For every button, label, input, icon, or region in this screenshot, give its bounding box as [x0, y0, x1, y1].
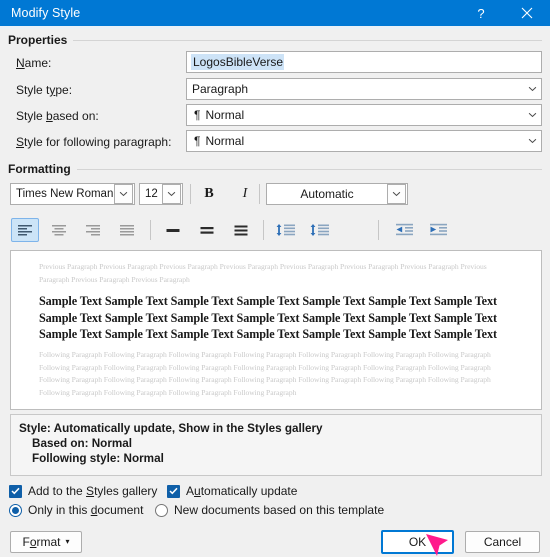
chevron-down-icon[interactable] [524, 105, 541, 125]
pilcrow-icon: ¶ [194, 108, 201, 122]
style-following-paragraph-dropdown[interactable]: ¶ Normal [186, 130, 542, 152]
name-label: Name: [16, 56, 52, 70]
chevron-down-icon[interactable] [114, 184, 133, 204]
radio-unselected-icon [155, 503, 168, 517]
formatting-group-line [70, 169, 542, 170]
style-type-dropdown[interactable]: Paragraph [186, 78, 542, 100]
chevron-down-icon[interactable] [162, 184, 181, 204]
align-center-button[interactable] [45, 218, 73, 242]
new-documents-based-on-template-label: New documents based on this template [174, 503, 385, 517]
window-title: Modify Style [11, 6, 81, 20]
automatically-update-checkbox[interactable]: Automatically update [167, 484, 297, 498]
style-based-on-dropdown[interactable]: ¶ Normal [186, 104, 542, 126]
bold-label: B [204, 186, 214, 201]
font-size-dropdown[interactable]: 12 [139, 183, 183, 205]
chevron-down-icon[interactable] [524, 79, 541, 99]
cancel-label: Cancel [483, 535, 522, 549]
align-justify-button[interactable] [113, 218, 141, 242]
add-to-styles-gallery-checkbox[interactable]: Add to the Styles gallery [9, 484, 157, 498]
style-type-value: Paragraph [192, 82, 249, 96]
decrease-indent-icon [395, 223, 413, 236]
chevron-down-icon[interactable] [387, 184, 406, 204]
align-right-icon [86, 224, 100, 235]
indent-divider [378, 220, 379, 240]
properties-group-label: Properties [8, 33, 74, 47]
font-size-value: 12 [145, 188, 158, 200]
line-spacing-single-button[interactable] [159, 218, 187, 242]
align-justify-icon [120, 224, 134, 235]
help-icon: ? [477, 5, 485, 21]
caret-down-icon: ▾ [65, 537, 70, 546]
font-name-dropdown[interactable]: Times New Roman [10, 183, 135, 205]
line-spacing-1-5-icon [200, 226, 214, 234]
style-description: Style: Automatically update, Show in the… [10, 414, 542, 476]
style-based-on-value: Normal [205, 108, 245, 122]
decrease-paragraph-spacing-button[interactable] [272, 218, 300, 242]
italic-button[interactable]: I [232, 182, 258, 206]
increase-indent-icon [429, 223, 447, 236]
format-label: Format [22, 535, 61, 549]
name-input[interactable]: LogosBibleVerse [186, 51, 542, 73]
help-button[interactable]: ? [458, 0, 504, 26]
checkmark-icon [167, 484, 180, 498]
style-based-on-label: Style based on: [16, 109, 99, 123]
font-color-value: Automatic [300, 187, 354, 201]
align-right-button[interactable] [79, 218, 107, 242]
modify-style-dialog: Modify Style ? Properties Name: LogosBib… [0, 0, 550, 557]
checkmark-icon [9, 484, 22, 498]
line-spacing-single-icon [166, 228, 180, 232]
decrease-indent-button[interactable] [390, 218, 418, 242]
format-button[interactable]: Format ▾ [10, 531, 82, 553]
font-name-value: Times New Roman [16, 188, 114, 200]
description-line-1: Style: Automatically update, Show in the… [19, 422, 323, 435]
increase-paragraph-spacing-button[interactable] [306, 218, 334, 242]
toolbar-divider [190, 184, 191, 204]
formatting-group-label: Formatting [8, 162, 77, 176]
spacing-divider [263, 220, 264, 240]
decrease-paragraph-spacing-icon [276, 224, 295, 236]
align-center-icon [52, 224, 66, 235]
style-following-paragraph-value: Normal [205, 134, 245, 148]
close-button[interactable] [504, 0, 550, 26]
toolbar-divider [259, 184, 260, 204]
alignment-divider [150, 220, 151, 240]
title-bar-underline [0, 26, 550, 29]
preview-following-paragraph: Following Paragraph Following Paragraph … [39, 350, 491, 397]
style-type-label: Style type: [16, 83, 73, 97]
only-in-this-document-radio[interactable]: Only in this document [9, 503, 143, 517]
new-documents-based-on-template-radio[interactable]: New documents based on this template [155, 503, 384, 517]
bold-button[interactable]: B [196, 182, 222, 206]
close-icon [521, 7, 533, 19]
chevron-down-icon[interactable] [524, 131, 541, 151]
cancel-button[interactable]: Cancel [465, 531, 540, 553]
line-spacing-double-icon [234, 225, 248, 235]
align-left-button[interactable] [11, 218, 39, 242]
italic-label: I [242, 186, 248, 201]
ok-label: OK [408, 535, 427, 549]
preview-sample-text: Sample Text Sample Text Sample Text Samp… [39, 294, 497, 341]
pilcrow-icon: ¶ [194, 134, 201, 148]
automatically-update-label: Automatically update [186, 484, 298, 498]
name-input-value: LogosBibleVerse [191, 54, 285, 70]
style-following-paragraph-label: Style for following paragraph: [16, 135, 172, 149]
line-spacing-1-5-button[interactable] [193, 218, 221, 242]
font-color-dropdown[interactable]: Automatic [266, 183, 408, 205]
description-line-3: Following style: Normal [32, 452, 164, 465]
increase-indent-button[interactable] [424, 218, 452, 242]
preview-previous-paragraph: Previous Paragraph Previous Paragraph Pr… [39, 262, 487, 284]
radio-selected-icon [9, 503, 22, 517]
description-line-2: Based on: Normal [32, 437, 133, 450]
align-left-icon [18, 224, 32, 235]
line-spacing-double-button[interactable] [227, 218, 255, 242]
title-bar: Modify Style ? [0, 0, 550, 26]
style-preview: Previous Paragraph Previous Paragraph Pr… [10, 250, 542, 410]
add-to-styles-gallery-label: Add to the Styles gallery [28, 484, 158, 498]
ok-button[interactable]: OK [381, 530, 454, 554]
increase-paragraph-spacing-icon [310, 224, 329, 236]
properties-group-line [66, 40, 542, 41]
only-in-this-document-label: Only in this document [28, 503, 144, 517]
